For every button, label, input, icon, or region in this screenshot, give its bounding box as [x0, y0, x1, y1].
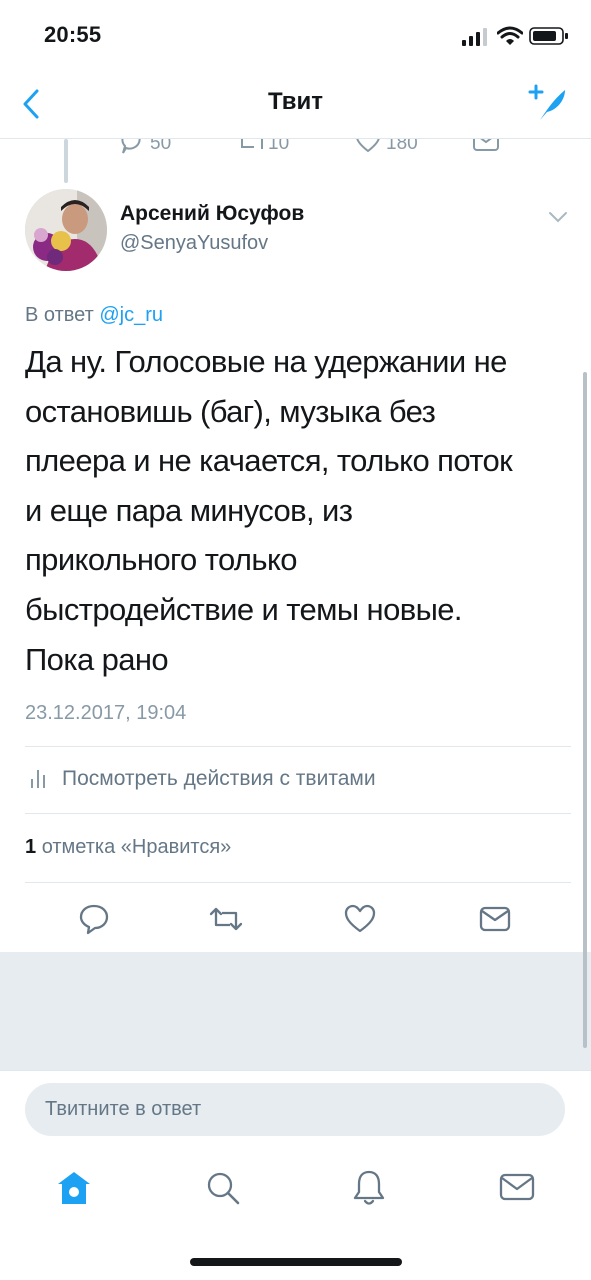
prev-reply-count: 50 [150, 139, 172, 154]
prev-retweet-icon[interactable] [238, 139, 266, 155]
author-handle[interactable]: @SenyaYusufov [120, 232, 268, 255]
divider [0, 1070, 591, 1071]
tweet-line: быстродействие и темы новые. [25, 591, 463, 627]
search-icon[interactable] [205, 1170, 241, 1206]
page-title: Твит [267, 88, 323, 115]
tweet-activity-link[interactable]: Посмотреть действия с твитами [62, 767, 376, 791]
tweet-line: и еще пара минусов, из [25, 492, 353, 528]
divider [25, 813, 571, 814]
reply-label: В ответ [25, 304, 94, 326]
compose-tweet-icon[interactable] [527, 84, 569, 124]
likes-summary[interactable]: 1 отметка «Нравится» [25, 836, 231, 859]
empty-replies-area [0, 952, 591, 1070]
prev-message-icon[interactable] [472, 139, 500, 155]
reply-placeholder: Твитните в ответ [45, 1098, 202, 1120]
tweet-line: прикольного только [25, 542, 298, 578]
author-name[interactable]: Арсений Юсуфов [120, 202, 304, 226]
tweet-text: Да ну. Голосовые на удержании не останов… [25, 337, 570, 684]
chevron-down-icon[interactable] [548, 210, 568, 224]
divider [25, 882, 571, 883]
prev-reply-icon[interactable] [120, 139, 146, 155]
tweet-line: Да ну. Голосовые на удержании не [25, 344, 507, 379]
reply-mention-link[interactable]: @jc_ru [99, 304, 163, 326]
like-icon[interactable] [344, 904, 376, 934]
likes-count: 1 [25, 836, 37, 858]
home-icon[interactable] [55, 1170, 93, 1206]
retweet-icon[interactable] [208, 905, 244, 933]
reply-input[interactable]: Твитните в ответ [25, 1083, 565, 1136]
prev-like-count: 180 [386, 139, 418, 154]
tweet-line: остановишь (баг), музыка без [25, 393, 436, 429]
nav-bar: Твит [0, 70, 591, 139]
signal-icon [462, 28, 487, 46]
avatar[interactable] [25, 189, 107, 271]
divider [25, 746, 571, 747]
battery-icon [529, 27, 568, 45]
status-time: 20:55 [44, 22, 102, 47]
messages-icon[interactable] [499, 1172, 535, 1202]
direct-message-icon[interactable] [479, 905, 511, 933]
tweet-line: плеера и не качается, только поток [25, 443, 513, 479]
home-indicator [190, 1258, 402, 1266]
tweet-line: Пока рано [25, 641, 169, 677]
likes-label: отметка «Нравится» [41, 836, 232, 858]
prev-retweet-count: 10 [268, 139, 290, 154]
prev-tweet-actions: 50 10 180 [0, 139, 591, 159]
reply-icon[interactable] [78, 903, 110, 935]
notifications-icon[interactable] [352, 1169, 386, 1207]
avatar-image [25, 189, 107, 271]
status-bar: 20:55 [0, 0, 591, 70]
tab-bar [0, 1155, 591, 1225]
scrollbar[interactable] [583, 372, 587, 1048]
reply-context: В ответ @jc_ru [25, 304, 163, 327]
wifi-icon [497, 26, 523, 45]
analytics-icon [31, 770, 45, 788]
tweet-timestamp: 23.12.2017, 19:04 [25, 702, 187, 724]
prev-like-icon[interactable] [355, 139, 381, 155]
